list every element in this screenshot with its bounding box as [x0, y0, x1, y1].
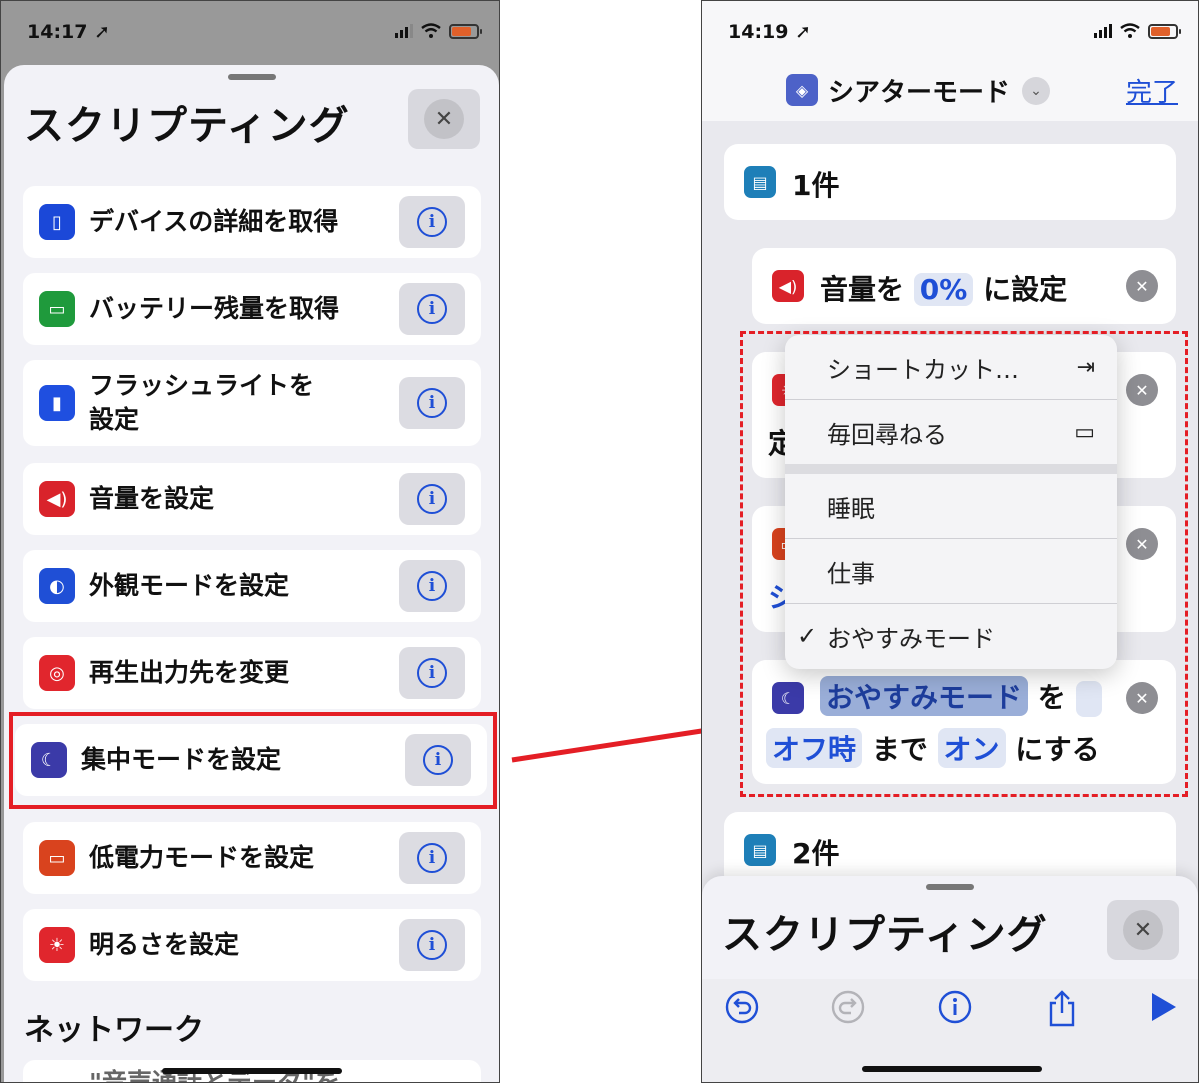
chevron-down-icon[interactable]: ⌄ — [1022, 77, 1050, 105]
battery-icon: ▭ — [39, 291, 75, 327]
action-label: 明るさを設定 — [89, 930, 240, 959]
scripting-bottom-sheet: スクリプティング ✕ — [702, 876, 1198, 1082]
sheet-grabber[interactable] — [926, 884, 974, 890]
battery-status-icon — [1148, 23, 1181, 39]
info-icon: i — [417, 207, 447, 237]
sheet-title: スクリプティング — [24, 103, 350, 149]
nav-bar: ◈ シアターモード ⌄ 完了 — [702, 63, 1198, 121]
play-icon[interactable] — [1148, 989, 1178, 1025]
volume-value-token[interactable]: 0% — [913, 273, 974, 306]
close-icon: ✕ — [1123, 910, 1163, 950]
done-button[interactable]: 完了 — [1126, 72, 1178, 109]
redo-icon[interactable] — [830, 989, 866, 1025]
scripting-sheet: スクリプティング ✕ ▯ デバイスの詳細を取得 i ▭ バッテリー残量を取得 i ▮ フラッシ… — [4, 65, 499, 1082]
status-bar: 14:17 ➚ — [1, 1, 499, 63]
battery-status-icon — [449, 23, 482, 39]
action-row[interactable]: ☀ 明るさを設定 i — [23, 909, 481, 981]
repeat-count-text: 1件 — [792, 169, 840, 202]
info-icon: i — [417, 571, 447, 601]
info-icon: i — [417, 294, 447, 324]
info-button[interactable]: i — [399, 283, 465, 335]
cellular-signal-icon — [1094, 24, 1112, 38]
action-row[interactable]: ▮ フラッシュライトを 設定 i — [23, 360, 481, 446]
speaker-icon: ◀) — [772, 270, 804, 302]
close-button[interactable]: ✕ — [1107, 900, 1179, 960]
volume-suffix: に設定 — [983, 273, 1068, 306]
info-button[interactable]: i — [399, 919, 465, 971]
brightness-icon: ☀ — [39, 927, 75, 963]
info-button[interactable]: i — [399, 832, 465, 884]
repeat-icon: ▤ — [744, 166, 776, 198]
shortcut-title[interactable]: シアターモード — [828, 72, 1010, 109]
info-icon: i — [417, 658, 447, 688]
info-icon: i — [417, 930, 447, 960]
appearance-icon: ◐ — [39, 568, 75, 604]
shortcuts-app-icon: ◈ — [786, 74, 818, 106]
home-indicator — [862, 1066, 1042, 1072]
phone-icon: ▯ — [39, 204, 75, 240]
repeat-icon: ▤ — [744, 834, 776, 866]
flashlight-icon: ▮ — [39, 385, 75, 421]
info-button[interactable]: i — [399, 196, 465, 248]
wifi-icon — [1120, 23, 1140, 38]
repeat-count-card[interactable]: ▤ 1件 — [724, 144, 1176, 220]
action-label: 低電力モードを設定 — [89, 843, 315, 872]
status-time: 14:19 ➚ — [728, 21, 812, 43]
section-title-network: ネットワーク — [24, 1013, 204, 1048]
status-bar: 14:19 ➚ — [702, 1, 1198, 63]
info-icon: i — [417, 484, 447, 514]
action-row[interactable]: ◐ 外観モードを設定 i — [23, 550, 481, 622]
action-row[interactable]: ◀) 音量を設定 i — [23, 463, 481, 535]
undo-icon[interactable] — [724, 989, 760, 1025]
info-icon: i — [417, 388, 447, 418]
volume-prefix: 音量を — [820, 273, 905, 306]
info-button[interactable]: i — [399, 560, 465, 612]
info-button[interactable]: i — [399, 473, 465, 525]
low-power-icon: ▭ — [39, 840, 75, 876]
action-label: デバイスの詳細を取得 — [89, 207, 339, 236]
wifi-icon — [421, 23, 441, 38]
right-phone-screen: 14:19 ➚ ◈ シアターモード ⌄ 完了 ▤ 1件 ◀) 音量を 0% に設… — [701, 0, 1199, 1083]
selection-highlight-box — [9, 712, 497, 809]
repeat-count-text: 2件 — [792, 837, 840, 870]
action-label: 再生出力先を変更 — [89, 658, 290, 687]
remove-action-icon[interactable]: ✕ — [1126, 270, 1158, 302]
info-icon: i — [417, 843, 447, 873]
home-indicator — [162, 1068, 342, 1074]
close-icon: ✕ — [424, 99, 464, 139]
action-row[interactable]: ▭ 低電力モードを設定 i — [23, 822, 481, 894]
info-icon[interactable] — [937, 989, 973, 1025]
action-label: フラッシュライトを 設定 — [89, 371, 315, 434]
action-label: 外観モードを設定 — [89, 571, 290, 600]
info-button[interactable]: i — [399, 377, 465, 429]
airplay-icon: ◎ — [39, 655, 75, 691]
left-phone-screen: 14:17 ➚ スクリプティング ✕ ▯ デバイスの詳細を取得 i ▭ バッテリー残量を… — [0, 0, 500, 1083]
close-button[interactable]: ✕ — [408, 89, 480, 149]
cellular-signal-icon — [395, 24, 413, 38]
status-time: 14:17 ➚ — [27, 21, 111, 43]
share-icon[interactable] — [1044, 989, 1080, 1029]
sheet-grabber[interactable] — [227, 74, 276, 80]
annotation-dashed-box — [740, 331, 1188, 797]
action-row[interactable]: ◎ 再生出力先を変更 i — [23, 637, 481, 709]
action-row[interactable]: ▯ デバイスの詳細を取得 i — [23, 186, 481, 258]
sheet-title: スクリプティング — [722, 912, 1048, 958]
action-label: バッテリー残量を取得 — [89, 294, 340, 323]
set-volume-card[interactable]: ◀) 音量を 0% に設定 ✕ — [752, 248, 1176, 324]
info-button[interactable]: i — [399, 647, 465, 699]
action-row[interactable]: ▭ バッテリー残量を取得 i — [23, 273, 481, 345]
action-label: 音量を設定 — [89, 484, 215, 513]
speaker-icon: ◀) — [39, 481, 75, 517]
